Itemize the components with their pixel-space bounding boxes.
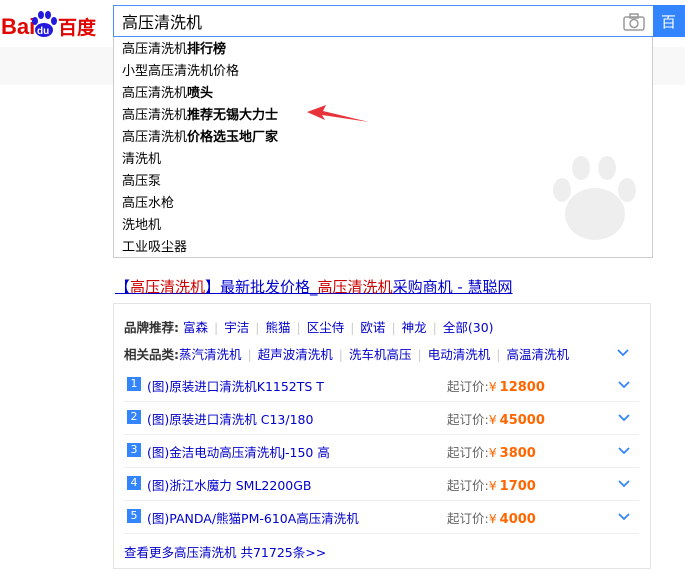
product-rank: 4 [127,476,141,490]
chevron-down-icon[interactable] [617,349,629,357]
chevron-down-icon[interactable] [618,381,630,389]
product-row[interactable]: 2 (图)原装进口清洗机 C13/180 起订价:¥ 45000 [124,401,639,435]
related-link[interactable]: 高温清洗机 [506,347,569,362]
paw-watermark-icon [553,156,636,240]
product-price: 起订价:¥ 4000 [447,511,536,527]
brand-link[interactable]: 富森 [183,320,208,335]
camera-icon[interactable] [623,13,645,31]
product-row[interactable]: 4 (图)浙江水魔力 SML2200GB 起订价:¥ 1700 [124,467,639,501]
brand-link[interactable]: 熊猫 [265,320,290,335]
related-link[interactable]: 超声波清洗机 [258,347,333,362]
product-rank: 3 [127,443,141,457]
product-name[interactable]: (图)浙江水魔力 SML2200GB [147,475,311,494]
product-price: 起订价:¥ 45000 [447,412,545,428]
result-card: 品牌推荐: 富森 | 宇洁 | 熊猫 | 区尘侍 | 欧诺 | 神龙 | 全部(30) 相关品类:蒸汽清… [113,303,651,569]
product-price: 起订价:¥ 3800 [447,445,536,461]
product-price: 起订价:¥ 12800 [447,379,545,395]
suggestion-item[interactable]: 高压清洗机排行榜 [114,39,652,61]
suggestion-item[interactable]: 小型高压清洗机价格 [114,61,652,83]
paw-icon: du [32,11,57,37]
brand-link[interactable]: 欧诺 [360,320,385,335]
related-label: 相关品类: [124,347,179,362]
brand-row: 品牌推荐: 富森 | 宇洁 | 熊猫 | 区尘侍 | 欧诺 | 神龙 | 全部(30) [124,320,494,335]
brand-link[interactable]: 神龙 [402,320,427,335]
product-price: 起订价:¥ 1700 [447,478,536,494]
brand-link[interactable]: 区尘侍 [307,320,345,335]
chevron-down-icon[interactable] [618,513,630,521]
suggestion-item[interactable]: 高压清洗机价格选玉地厂家 [114,127,652,149]
suggestion-dropdown: 高压清洗机排行榜 小型高压清洗机价格 高压清洗机喷头 高压清洗机推荐无锡大力士 … [113,37,653,258]
suggestion-item[interactable]: 高压清洗机喷头 [114,83,652,105]
chevron-down-icon[interactable] [618,480,630,488]
brand-link[interactable]: 宇洁 [224,320,249,335]
product-row[interactable]: 3 (图)金洁电动高压清洗机J-150 高 起订价:¥ 3800 [124,434,639,468]
annotation-arrow-icon [307,105,369,122]
chevron-down-icon[interactable] [618,447,630,455]
logo-text-baidu: 百度 [58,16,97,39]
baidu-logo[interactable]: Bai du 百度 [0,6,105,42]
related-link[interactable]: 蒸汽清洗机 [179,347,242,362]
product-rank: 5 [127,509,141,523]
more-results-link[interactable]: 查看更多高压清洗机 共71725条>> [124,542,326,561]
product-name[interactable]: (图)金洁电动高压清洗机J-150 高 [147,442,330,461]
product-row[interactable]: 5 (图)PANDA/熊猫PM-610A高压清洗机 起订价:¥ 4000 [124,500,639,534]
logo-text-bai: Bai [1,14,35,39]
product-name[interactable]: (图)原装进口清洗机K1152TS T [147,376,324,395]
brand-label: 品牌推荐: [124,320,179,335]
product-name[interactable]: (图)原装进口清洗机 C13/180 [147,409,313,428]
related-row: 相关品类:蒸汽清洗机 | 超声波清洗机 | 洗车机高压 | 电动清洗机 | 高温清洗机 [124,347,569,362]
search-box[interactable] [113,5,653,37]
product-rank: 2 [127,410,141,424]
logo-text-du: du [37,26,49,37]
search-input[interactable] [114,6,612,36]
product-rank: 1 [127,377,141,391]
related-link[interactable]: 洗车机高压 [349,347,412,362]
search-button[interactable]: 百 [653,5,685,37]
chevron-down-icon[interactable] [618,414,630,422]
product-name[interactable]: (图)PANDA/熊猫PM-610A高压清洗机 [147,508,359,527]
brand-link-all[interactable]: 全部(30) [443,320,494,335]
related-link[interactable]: 电动清洗机 [428,347,491,362]
result-title-link[interactable]: 【高压清洗机】最新批发价格_高压清洗机采购商机 - 慧聪网 [115,276,513,297]
suggestion-item[interactable]: 高压清洗机推荐无锡大力士 [114,105,652,127]
product-row[interactable]: 1 (图)原装进口清洗机K1152TS T 起订价:¥ 12800 [124,368,639,402]
